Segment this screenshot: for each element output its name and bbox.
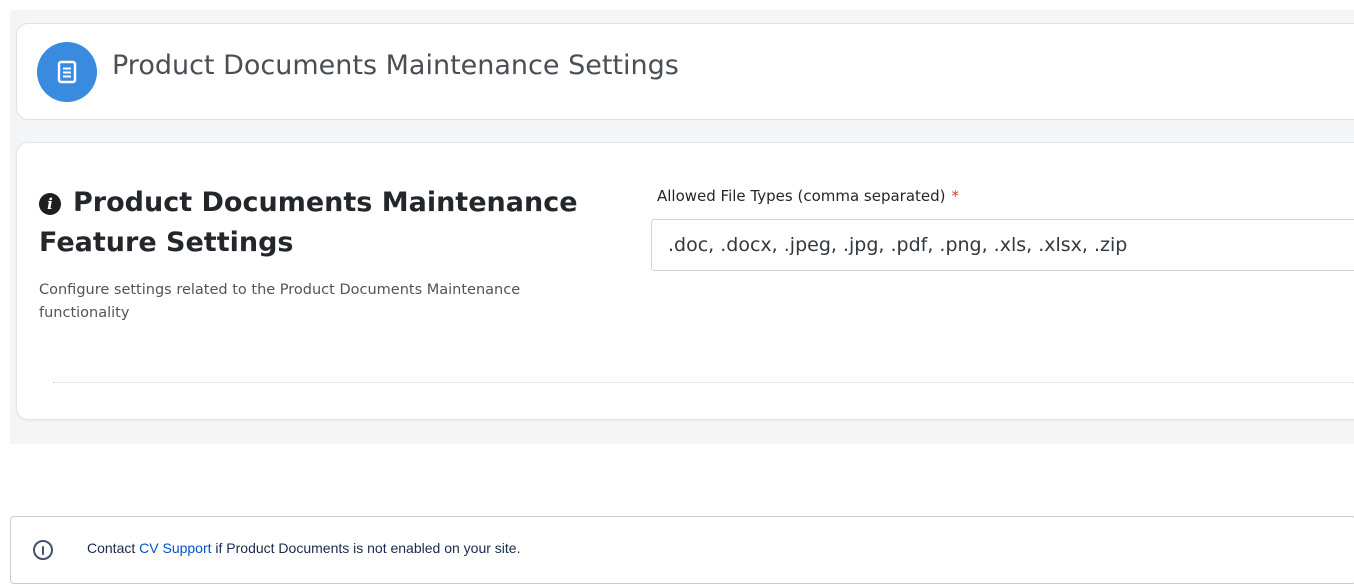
feature-settings-card: i Product Documents Maintenance Feature S…	[16, 142, 1354, 420]
document-icon	[37, 42, 97, 102]
allowed-file-types-label: Allowed File Types (comma separated) *	[657, 187, 959, 205]
section-title: i Product Documents Maintenance Feature S…	[39, 183, 639, 263]
page-title: Product Documents Maintenance Settings	[112, 50, 679, 81]
info-icon	[33, 540, 53, 560]
info-panel: Contact CV Support if Product Documents …	[10, 516, 1354, 584]
allowed-file-types-input[interactable]	[651, 219, 1354, 271]
page-header: Product Documents Maintenance Settings	[16, 23, 1354, 120]
info-panel-text: Contact CV Support if Product Documents …	[87, 540, 520, 556]
info-circle-icon: i	[39, 193, 61, 215]
screenshot-area: Product Documents Maintenance Settings i…	[10, 10, 1354, 444]
required-marker: *	[951, 187, 960, 205]
cv-support-link[interactable]: CV Support	[139, 540, 211, 556]
info-text-after: if Product Documents is not enabled on y…	[211, 540, 521, 556]
section-title-text: Product Documents Maintenance Feature Se…	[39, 187, 578, 258]
info-text-before: Contact	[87, 540, 140, 556]
divider	[53, 382, 1354, 383]
allowed-file-types-label-text: Allowed File Types (comma separated)	[657, 187, 946, 205]
section-description: Configure settings related to the Produc…	[39, 282, 521, 321]
